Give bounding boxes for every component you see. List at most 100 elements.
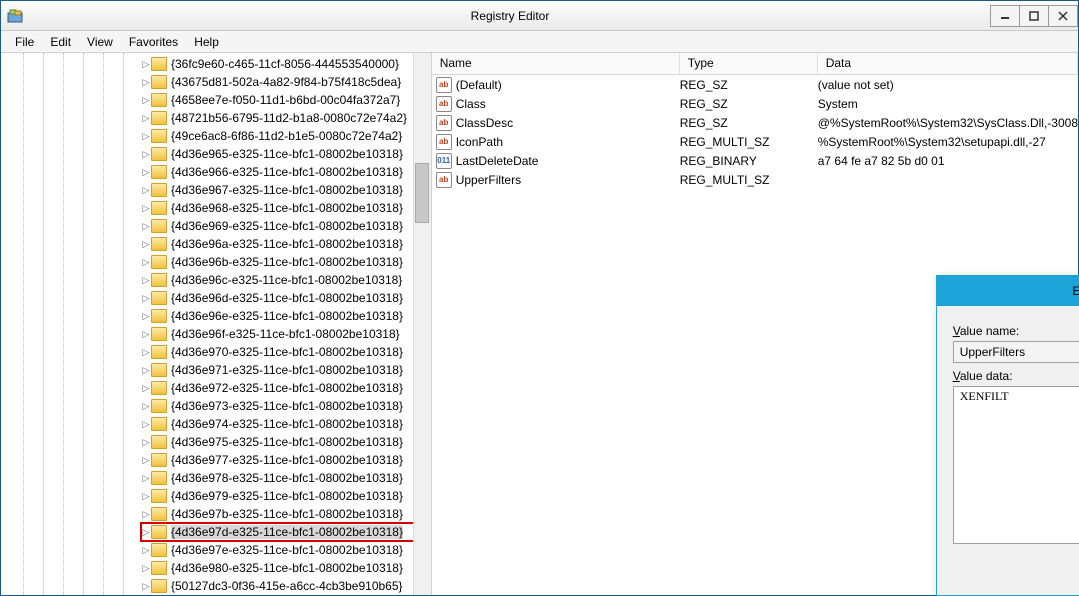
menu-file[interactable]: File — [7, 33, 42, 51]
expand-icon[interactable]: ▷ — [141, 257, 151, 268]
expand-icon[interactable]: ▷ — [141, 473, 151, 484]
close-button[interactable] — [1048, 5, 1078, 27]
list-row[interactable]: abUpperFiltersREG_MULTI_SZ — [432, 170, 1078, 189]
tree-item[interactable]: ▷{4d36e96e-e325-11ce-bfc1-08002be10318} — [141, 307, 431, 325]
tree-item-label: {4d36e974-e325-11ce-bfc1-08002be10318} — [171, 417, 403, 431]
list-row[interactable]: abClassDescREG_SZ@%SystemRoot%\System32\… — [432, 113, 1078, 132]
expand-icon[interactable]: ▷ — [141, 563, 151, 574]
tree-item[interactable]: ▷{4d36e973-e325-11ce-bfc1-08002be10318} — [141, 397, 431, 415]
dialog-title-bar[interactable]: Edit Multi-String — [937, 276, 1079, 306]
expand-icon[interactable]: ▷ — [141, 419, 151, 430]
tree-item[interactable]: ▷{36fc9e60-c465-11cf-8056-444553540000} — [141, 55, 431, 73]
folder-icon — [151, 183, 167, 197]
folder-icon — [151, 525, 167, 539]
row-name: LastDeleteDate — [456, 154, 680, 168]
expand-icon[interactable]: ▷ — [141, 149, 151, 160]
tree-item[interactable]: ▷{48721b56-6795-11d2-b1a8-0080c72e74a2} — [141, 109, 431, 127]
list-header[interactable]: Name Type Data — [432, 53, 1078, 75]
value-name-input[interactable] — [953, 341, 1079, 363]
tree-item[interactable]: ▷{4d36e971-e325-11ce-bfc1-08002be10318} — [141, 361, 431, 379]
list-row[interactable]: abClassREG_SZSystem — [432, 94, 1078, 113]
expand-icon[interactable]: ▷ — [141, 113, 151, 124]
expand-icon[interactable]: ▷ — [141, 59, 151, 70]
tree-item[interactable]: ▷{4d36e979-e325-11ce-bfc1-08002be10318} — [141, 487, 431, 505]
expand-icon[interactable]: ▷ — [141, 329, 151, 340]
expand-icon[interactable]: ▷ — [141, 77, 151, 88]
col-data[interactable]: Data — [818, 53, 1078, 74]
tree-item[interactable]: ▷{4d36e97e-e325-11ce-bfc1-08002be10318} — [141, 541, 431, 559]
menu-help[interactable]: Help — [186, 33, 227, 51]
tree-item[interactable]: ▷{4d36e965-e325-11ce-bfc1-08002be10318} — [141, 145, 431, 163]
tree-item[interactable]: ▷{4d36e97d-e325-11ce-bfc1-08002be10318} — [141, 523, 431, 541]
folder-icon — [151, 543, 167, 557]
expand-icon[interactable]: ▷ — [141, 437, 151, 448]
tree-item[interactable]: ▷{4d36e978-e325-11ce-bfc1-08002be10318} — [141, 469, 431, 487]
tree-item[interactable]: ▷ {4658ee7e-f050-11d1-b6bd-00c04fa372a7} — [141, 91, 431, 109]
tree-item[interactable]: ▷{4d36e970-e325-11ce-bfc1-08002be10318} — [141, 343, 431, 361]
value-data-textarea[interactable] — [953, 386, 1079, 544]
expand-icon[interactable]: ▷ — [141, 95, 151, 106]
col-type[interactable]: Type — [680, 53, 818, 74]
menu-favorites[interactable]: Favorites — [121, 33, 186, 51]
expand-icon[interactable]: ▷ — [141, 185, 151, 196]
row-type: REG_MULTI_SZ — [680, 135, 818, 149]
tree-item[interactable]: ▷ {49ce6ac8-6f86-11d2-b1e5-0080c72e74a2} — [141, 127, 431, 145]
list-row[interactable]: ab(Default)REG_SZ(value not set) — [432, 75, 1078, 94]
expand-icon[interactable]: ▷ — [141, 221, 151, 232]
expand-icon[interactable]: ▷ — [141, 239, 151, 250]
list-row[interactable]: abIconPathREG_MULTI_SZ%SystemRoot%\Syste… — [432, 132, 1078, 151]
expand-icon[interactable]: ▷ — [141, 347, 151, 358]
expand-icon[interactable]: ▷ — [141, 311, 151, 322]
registry-tree[interactable]: ▷{36fc9e60-c465-11cf-8056-444553540000}▷… — [1, 53, 432, 595]
menu-view[interactable]: View — [79, 33, 121, 51]
maximize-button[interactable] — [1019, 5, 1049, 27]
tree-item[interactable]: ▷ {4d36e96f-e325-11ce-bfc1-08002be10318} — [141, 325, 431, 343]
tree-item[interactable]: ▷{4d36e980-e325-11ce-bfc1-08002be10318} — [141, 559, 431, 577]
tree-scrollbar[interactable] — [413, 53, 431, 595]
expand-icon[interactable]: ▷ — [141, 167, 151, 178]
menu-edit[interactable]: Edit — [42, 33, 79, 51]
scrollbar-thumb[interactable] — [415, 163, 429, 223]
minimize-button[interactable] — [990, 5, 1020, 27]
expand-icon[interactable]: ▷ — [141, 203, 151, 214]
folder-icon — [151, 417, 167, 431]
tree-item[interactable]: ▷{4d36e96b-e325-11ce-bfc1-08002be10318} — [141, 253, 431, 271]
folder-icon — [151, 561, 167, 575]
tree-item[interactable]: ▷{4d36e966-e325-11ce-bfc1-08002be10318} — [141, 163, 431, 181]
tree-item[interactable]: ▷{4d36e96d-e325-11ce-bfc1-08002be10318} — [141, 289, 431, 307]
tree-item[interactable]: ▷{4d36e972-e325-11ce-bfc1-08002be10318} — [141, 379, 431, 397]
expand-icon[interactable]: ▷ — [141, 545, 151, 556]
expand-icon[interactable]: ▷ — [141, 401, 151, 412]
row-data: a7 64 fe a7 82 5b d0 01 — [818, 154, 1078, 168]
list-row[interactable]: 011LastDeleteDateREG_BINARYa7 64 fe a7 8… — [432, 151, 1078, 170]
expand-icon[interactable]: ▷ — [141, 365, 151, 376]
tree-item[interactable]: ▷{4d36e968-e325-11ce-bfc1-08002be10318} — [141, 199, 431, 217]
expand-icon[interactable]: ▷ — [141, 509, 151, 520]
expand-icon[interactable]: ▷ — [141, 131, 151, 142]
folder-icon — [151, 453, 167, 467]
expand-icon[interactable]: ▷ — [141, 275, 151, 286]
tree-item[interactable]: ▷{4d36e967-e325-11ce-bfc1-08002be10318} — [141, 181, 431, 199]
expand-icon[interactable]: ▷ — [141, 455, 151, 466]
tree-item[interactable]: ▷{4d36e969-e325-11ce-bfc1-08002be10318} — [141, 217, 431, 235]
tree-item[interactable]: ▷{43675d81-502a-4a82-9f84-b75f418c5dea} — [141, 73, 431, 91]
tree-item[interactable]: ▷{4d36e97b-e325-11ce-bfc1-08002be10318} — [141, 505, 431, 523]
tree-item-label: {4d36e96f-e325-11ce-bfc1-08002be10318} — [171, 327, 400, 341]
col-name[interactable]: Name — [432, 53, 680, 74]
tree-item[interactable]: ▷ {4d36e974-e325-11ce-bfc1-08002be10318} — [141, 415, 431, 433]
tree-item[interactable]: ▷{4d36e977-e325-11ce-bfc1-08002be10318} — [141, 451, 431, 469]
tree-item[interactable]: ▷ {50127dc3-0f36-415e-a6cc-4cb3be910b65} — [141, 577, 431, 595]
tree-item-label: {4658ee7e-f050-11d1-b6bd-00c04fa372a7} — [171, 93, 400, 107]
tree-item-label: {50127dc3-0f36-415e-a6cc-4cb3be910b65} — [171, 579, 403, 593]
expand-icon[interactable]: ▷ — [141, 293, 151, 304]
tree-item-label: {49ce6ac8-6f86-11d2-b1e5-0080c72e74a2} — [171, 129, 402, 143]
folder-icon — [151, 165, 167, 179]
value-type-icon: ab — [436, 134, 452, 150]
tree-item[interactable]: ▷{4d36e96c-e325-11ce-bfc1-08002be10318} — [141, 271, 431, 289]
expand-icon[interactable]: ▷ — [141, 527, 151, 538]
expand-icon[interactable]: ▷ — [141, 581, 151, 592]
tree-item[interactable]: ▷{4d36e96a-e325-11ce-bfc1-08002be10318} — [141, 235, 431, 253]
expand-icon[interactable]: ▷ — [141, 383, 151, 394]
tree-item[interactable]: ▷{4d36e975-e325-11ce-bfc1-08002be10318} — [141, 433, 431, 451]
expand-icon[interactable]: ▷ — [141, 491, 151, 502]
